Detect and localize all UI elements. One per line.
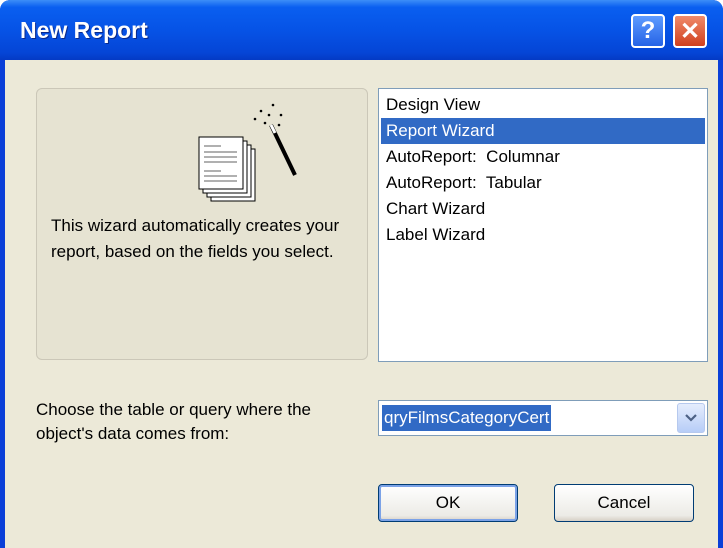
- new-report-dialog: New Report ? ✕ This wizard automatically…: [0, 0, 723, 548]
- close-button[interactable]: ✕: [673, 14, 707, 48]
- list-item[interactable]: AutoReport: Columnar: [381, 144, 705, 170]
- description-panel: This wizard automatically creates your r…: [36, 88, 368, 360]
- source-combobox[interactable]: qryFilmsCategoryCert: [378, 400, 708, 436]
- source-value[interactable]: qryFilmsCategoryCert: [382, 405, 552, 431]
- cancel-button[interactable]: Cancel: [554, 484, 694, 522]
- list-item[interactable]: Report Wizard: [381, 118, 705, 144]
- list-item[interactable]: Chart Wizard: [381, 196, 705, 222]
- list-item[interactable]: Design View: [381, 92, 705, 118]
- dropdown-button[interactable]: [677, 403, 705, 433]
- dialog-body: This wizard automatically creates your r…: [5, 60, 718, 548]
- report-type-list[interactable]: Design View Report Wizard AutoReport: Colu…: [378, 88, 708, 362]
- source-label: Choose the table or query where the obje…: [36, 400, 312, 443]
- title-bar[interactable]: New Report ? ✕: [0, 0, 723, 60]
- report-wizard-icon: [198, 103, 297, 202]
- help-icon: ?: [640, 17, 656, 44]
- chevron-down-icon: [685, 414, 697, 422]
- ok-button[interactable]: OK: [378, 484, 518, 522]
- wizard-description: This wizard automatically creates your r…: [51, 216, 340, 261]
- list-item[interactable]: Label Wizard: [381, 222, 705, 248]
- help-button[interactable]: ?: [631, 14, 665, 48]
- dialog-title: New Report: [20, 17, 148, 43]
- close-icon: ✕: [679, 17, 701, 45]
- list-item[interactable]: AutoReport: Tabular: [381, 170, 705, 196]
